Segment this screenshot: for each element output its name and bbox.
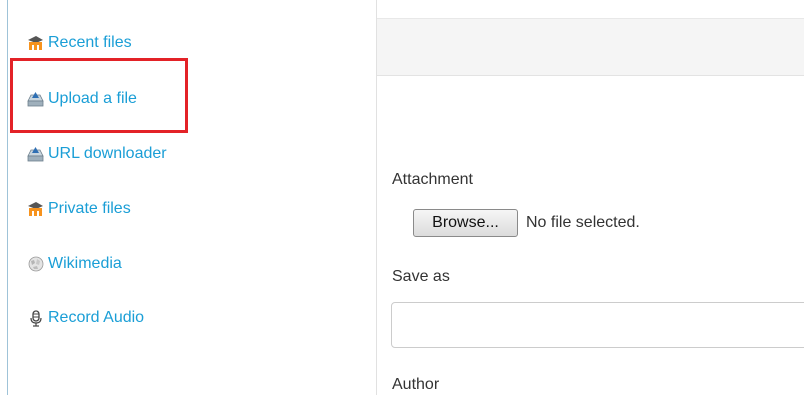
file-status-text: No file selected. [526, 214, 640, 231]
wikipedia-globe-icon [27, 256, 44, 273]
repository-sidebar: Recent files Upload a file URL downloade… [8, 0, 376, 395]
moodle-logo-icon [27, 35, 44, 52]
sidebar-item-recent-files[interactable]: Recent files [27, 31, 132, 55]
microphone-icon [27, 309, 44, 327]
save-as-input[interactable] [391, 302, 804, 348]
sidebar-item-record-audio[interactable]: Record Audio [27, 306, 144, 330]
author-label: Author [392, 376, 440, 393]
sidebar-item-url-downloader[interactable]: URL downloader [27, 142, 167, 166]
browse-button[interactable]: Browse... [413, 209, 518, 237]
sidebar-item-label: Record Audio [48, 309, 145, 326]
upload-form-panel: Attachment Browse... No file selected. S… [376, 0, 804, 395]
sidebar-item-wikimedia[interactable]: Wikimedia [27, 252, 122, 276]
sidebar-item-label: Wikimedia [48, 255, 122, 272]
save-as-label: Save as [392, 268, 450, 285]
highlight-box [10, 58, 188, 133]
sidebar-item-label: Private files [48, 200, 131, 217]
file-picker-dialog: Recent files Upload a file URL downloade… [7, 0, 804, 395]
upload-drive-icon [27, 146, 44, 163]
sidebar-item-private-files[interactable]: Private files [27, 197, 131, 221]
attachment-label: Attachment [392, 171, 473, 188]
sidebar-item-label: Recent files [48, 34, 132, 51]
moodle-logo-icon [27, 201, 44, 218]
sidebar-item-label: URL downloader [48, 145, 167, 162]
panel-toolbar [377, 18, 804, 76]
